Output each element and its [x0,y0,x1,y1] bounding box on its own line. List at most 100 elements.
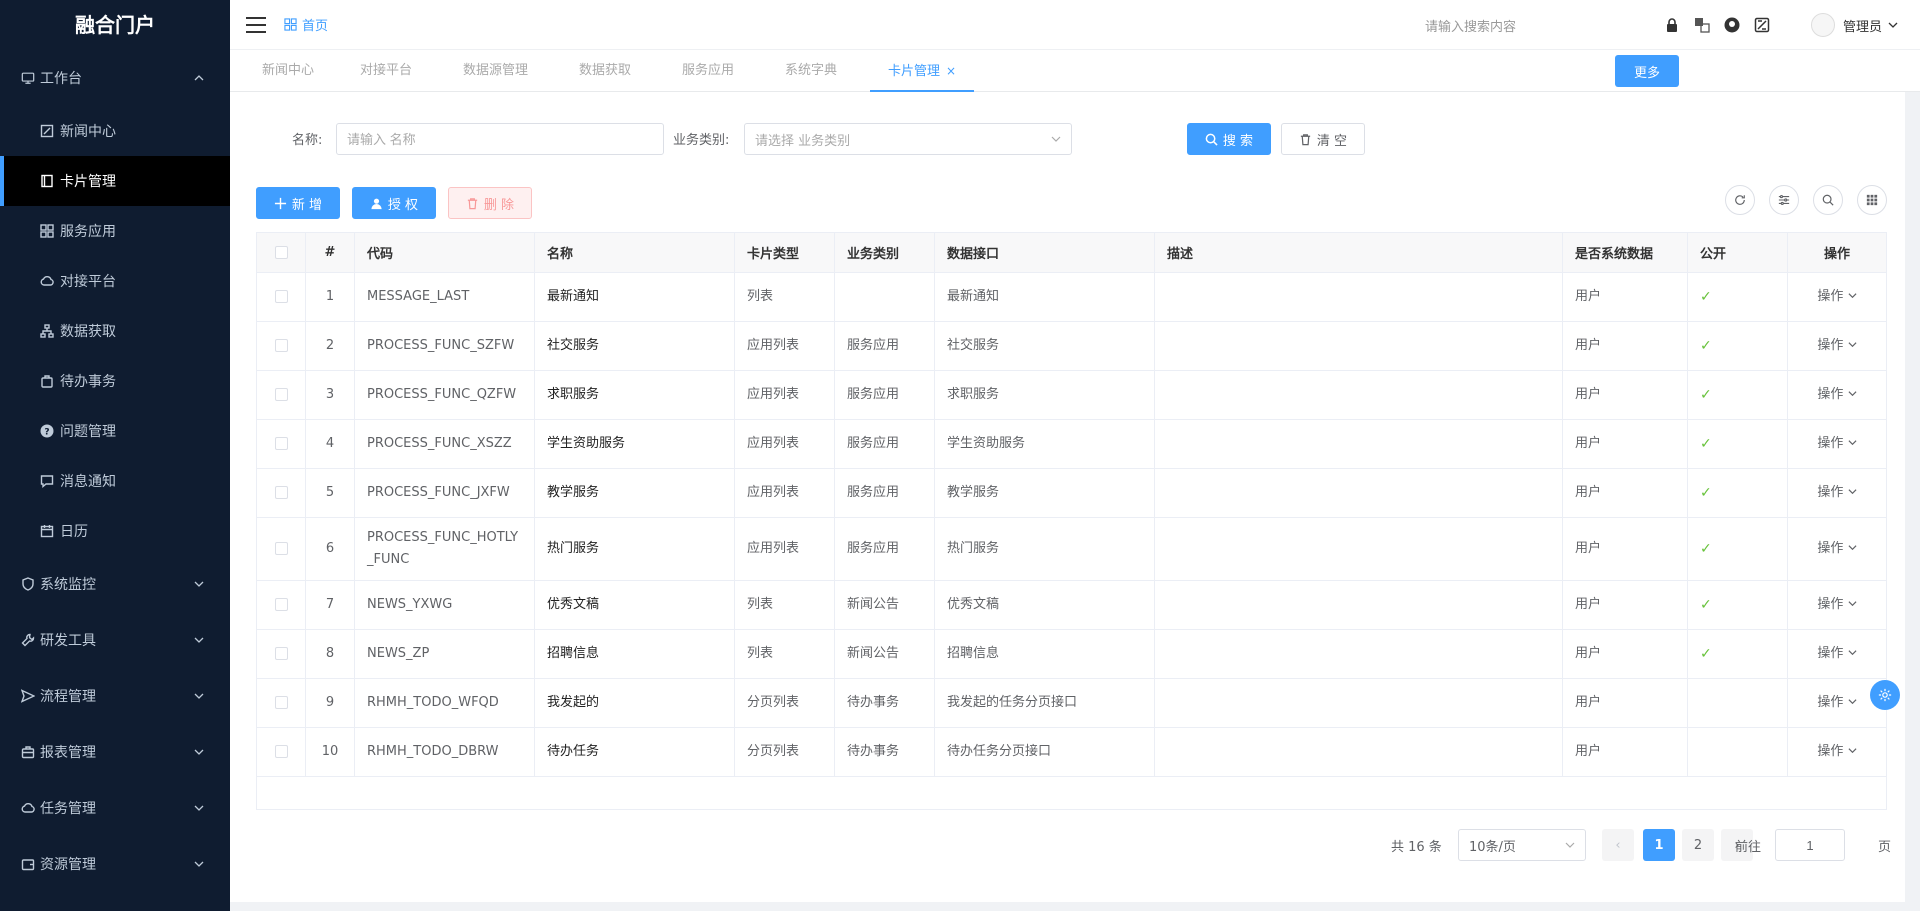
row-checkbox-cell[interactable] [256,468,306,518]
sidebar-item[interactable]: 消息通知 [0,456,230,506]
cell-actions[interactable]: 操作 [1787,419,1887,469]
cell-actions[interactable]: 操作 [1787,629,1887,679]
table-row[interactable]: 4 PROCESS_FUNC_XSZZ 学生资助服务 应用列表 服务应用 学生资助服务 用户… [256,419,1887,469]
actions-dropdown[interactable]: 操作 [1817,744,1857,759]
cell-actions[interactable]: 操作 [1787,370,1887,420]
tab-system-dict[interactable]: 系统字典 [785,50,837,92]
table-row[interactable]: 8 NEWS_ZP 招聘信息 列表 新闻公告 招聘信息 用户 ✓ 操作 [256,629,1887,679]
sidebar-group[interactable]: 研发工具 [0,612,230,668]
actions-dropdown[interactable]: 操作 [1817,646,1857,661]
sidebar-item[interactable]: 卡片管理 [0,156,230,206]
sidebar-group[interactable]: 资源管理 [0,836,230,892]
breadcrumb[interactable]: 首页 [284,15,328,34]
page-2-button[interactable]: 2 [1682,829,1714,861]
hamburger-menu-icon[interactable] [246,16,266,33]
tab-news-center[interactable]: 新闻中心 [262,50,314,92]
tab-service-app[interactable]: 服务应用 [682,50,734,92]
actions-dropdown[interactable]: 操作 [1817,485,1857,500]
sidebar-item[interactable]: 新闻中心 [0,106,230,156]
row-checkbox[interactable] [274,598,288,611]
user-menu[interactable]: 管理员 [1811,13,1898,37]
search-button[interactable]: 搜 索 [1187,123,1271,155]
row-checkbox[interactable] [274,388,288,401]
translate-icon[interactable] [1693,16,1711,34]
table-row[interactable]: 1 MESSAGE_LAST 最新通知 列表 最新通知 用户 ✓ 操作 [256,272,1887,322]
cell-actions[interactable]: 操作 [1787,517,1887,581]
row-checkbox-cell[interactable] [256,517,306,581]
row-checkbox-cell[interactable] [256,629,306,679]
table-row[interactable]: 5 PROCESS_FUNC_JXFW 教学服务 应用列表 服务应用 教学服务 用户 ✓ 操作 [256,468,1887,518]
lock-icon[interactable] [1663,16,1681,34]
row-checkbox[interactable] [274,437,288,450]
avatar[interactable] [1811,13,1835,37]
actions-dropdown[interactable]: 操作 [1817,541,1857,556]
actions-dropdown[interactable]: 操作 [1817,695,1857,710]
sidebar-item[interactable]: 对接平台 [0,256,230,306]
row-checkbox[interactable] [274,486,288,499]
sidebar-item[interactable]: ? 问题管理 [0,406,230,456]
sidebar-item[interactable]: 日历 [0,506,230,556]
settings-fab-icon[interactable] [1870,680,1900,710]
select-all-cell[interactable] [256,232,306,273]
sidebar-group[interactable]: 任务管理 [0,780,230,836]
sidebar-group[interactable]: 流程管理 [0,668,230,724]
delete-button[interactable]: 删 除 [448,187,532,219]
page-size-select[interactable]: 10条/页 [1458,829,1586,861]
table-row[interactable]: 10 RHMH_TODO_DBRW 待办任务 分页列表 待办事务 待办任务分页接口 用户 操作 [256,727,1887,777]
more-button[interactable]: 更多 [1615,55,1679,87]
row-checkbox[interactable] [274,647,288,660]
actions-dropdown[interactable]: 操作 [1817,289,1857,304]
row-checkbox-cell[interactable] [256,727,306,777]
table-row[interactable]: 7 NEWS_YXWG 优秀文稿 列表 新闻公告 优秀文稿 用户 ✓ 操作 [256,580,1887,630]
user-name[interactable]: 管理员 [1843,16,1882,35]
tab-card-manage[interactable]: 卡片管理 × [870,50,975,92]
table-row[interactable]: 6 PROCESS_FUNC_HOTLY_FUNC 热门服务 应用列表 服务应用 热门服务… [256,517,1887,581]
row-checkbox[interactable] [274,339,288,352]
sidebar-group[interactable]: 报表管理 [0,724,230,780]
select-all-checkbox[interactable] [274,246,288,259]
github-icon[interactable] [1723,16,1741,34]
breadcrumb-home[interactable]: 首页 [302,15,328,34]
cell-actions[interactable]: 操作 [1787,272,1887,322]
row-checkbox-cell[interactable] [256,272,306,322]
name-input[interactable] [336,123,664,155]
table-row[interactable]: 3 PROCESS_FUNC_QZFW 求职服务 应用列表 服务应用 求职服务 用户 ✓ 操作 [256,370,1887,420]
sidebar-item[interactable]: 待办事务 [0,356,230,406]
cell-actions[interactable]: 操作 [1787,321,1887,371]
table-row[interactable]: 2 PROCESS_FUNC_SZFW 社交服务 应用列表 服务应用 社交服务 用户 ✓ 操作 [256,321,1887,371]
grant-button[interactable]: 授 权 [352,187,436,219]
actions-dropdown[interactable]: 操作 [1817,436,1857,451]
row-checkbox[interactable] [274,290,288,303]
row-checkbox-cell[interactable] [256,678,306,728]
sidebar-item[interactable]: 数据获取 [0,306,230,356]
columns-grid-icon[interactable] [1857,185,1887,215]
sidebar-group[interactable]: 系统监控 [0,556,230,612]
add-button[interactable]: 新 增 [256,187,340,219]
fullscreen-icon[interactable] [1753,16,1771,34]
close-icon[interactable]: × [946,64,956,78]
cell-actions[interactable]: 操作 [1787,580,1887,630]
prev-page-button[interactable]: ‹ [1602,829,1634,861]
refresh-icon[interactable] [1725,185,1755,215]
row-checkbox-cell[interactable] [256,321,306,371]
page-1-button[interactable]: 1 [1643,829,1675,861]
row-checkbox-cell[interactable] [256,580,306,630]
search-toggle-icon[interactable] [1813,185,1843,215]
table-row[interactable]: 9 RHMH_TODO_WFQD 我发起的 分页列表 待办事务 我发起的任务分页接口 用户 操… [256,678,1887,728]
row-checkbox[interactable] [274,542,288,555]
cell-actions[interactable]: 操作 [1787,468,1887,518]
row-checkbox[interactable] [274,696,288,709]
header-search-input[interactable]: 请输入搜索内容 [1425,16,1516,35]
row-checkbox-cell[interactable] [256,370,306,420]
clear-button[interactable]: 清 空 [1281,123,1365,155]
actions-dropdown[interactable]: 操作 [1817,338,1857,353]
sidebar-group-workbench[interactable]: 工作台 [0,50,230,106]
tab-docking-platform[interactable]: 对接平台 [360,50,412,92]
row-checkbox-cell[interactable] [256,419,306,469]
actions-dropdown[interactable]: 操作 [1817,597,1857,612]
row-checkbox[interactable] [274,745,288,758]
cell-actions[interactable]: 操作 [1787,727,1887,777]
goto-page-input[interactable] [1775,829,1845,861]
actions-dropdown[interactable]: 操作 [1817,387,1857,402]
tab-data-fetch[interactable]: 数据获取 [579,50,631,92]
